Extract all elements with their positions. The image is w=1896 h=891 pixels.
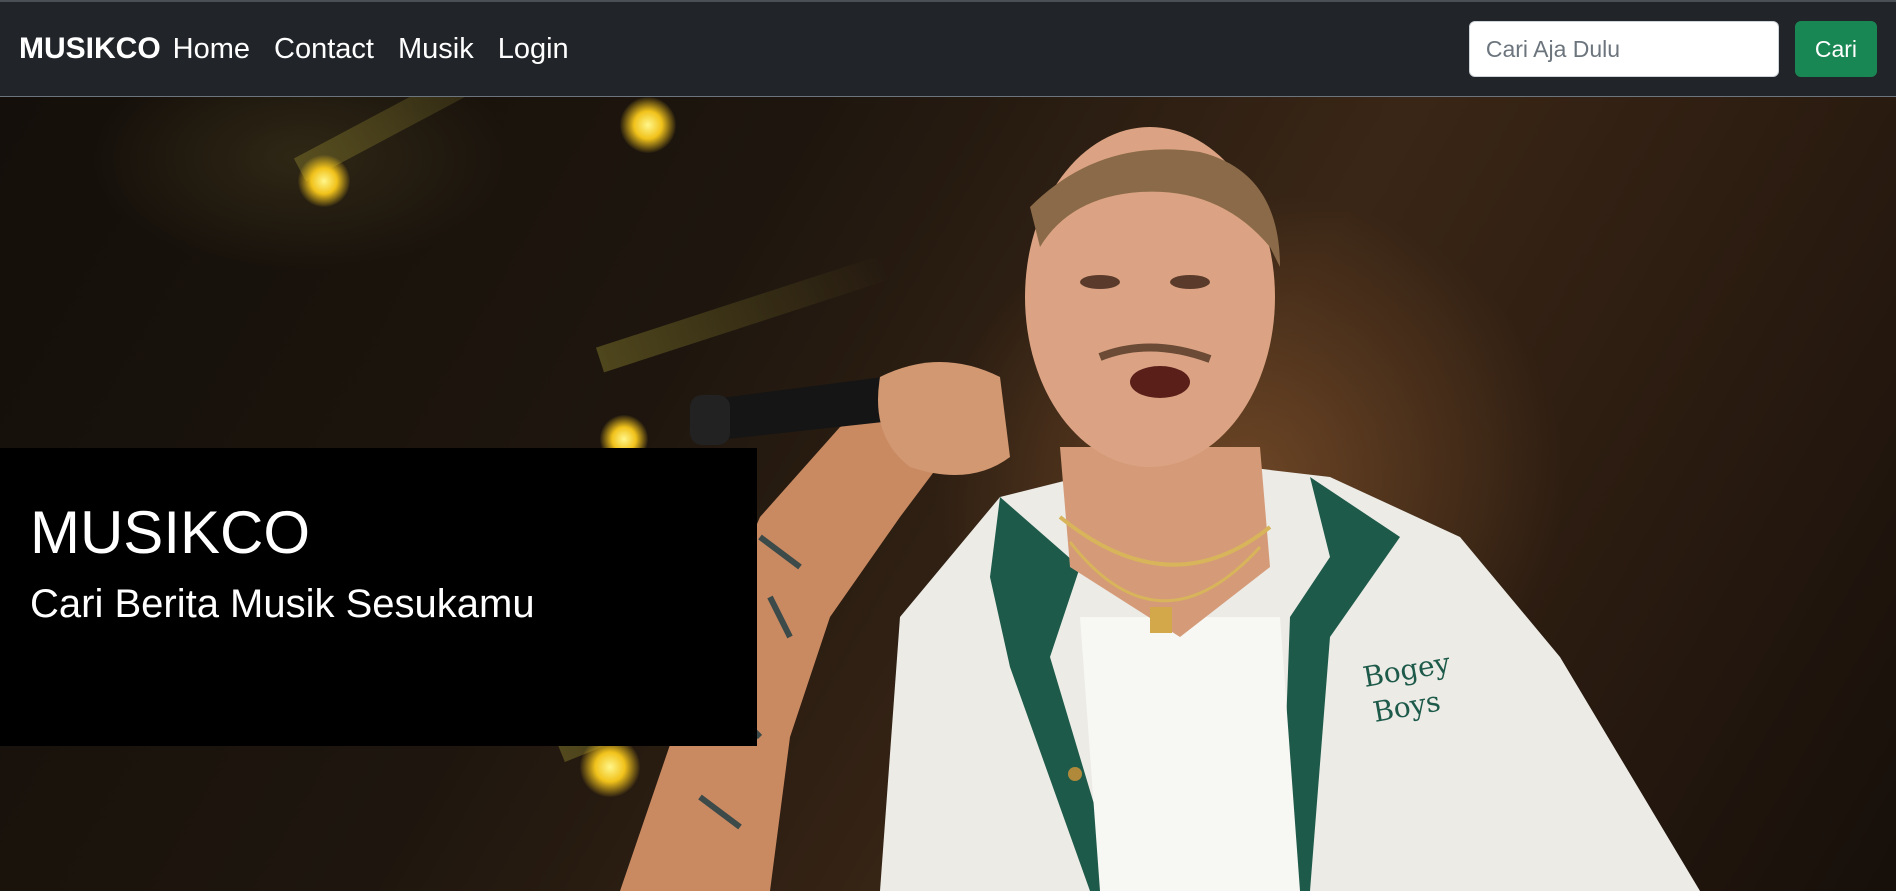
nav-link-musik[interactable]: Musik [398,33,474,66]
search-form: Cari [1468,21,1877,77]
brand-logo[interactable]: MUSIKCO [19,32,161,66]
nav-link-home[interactable]: Home [173,33,250,66]
caption-title: MUSIKCO [30,499,311,566]
navbar: MUSIKCO Home Contact Musik Login Cari [0,0,1896,97]
search-input[interactable] [1468,21,1779,77]
search-button[interactable]: Cari [1794,21,1877,77]
nav-link-login[interactable]: Login [498,33,569,66]
hero-carousel: Bogey Boys MUSIKCO Cari Berita Musik Ses… [0,97,1896,891]
stage-light [298,155,350,207]
carousel-caption: MUSIKCO Cari Berita Musik Sesukamu [0,448,757,746]
nav-link-contact[interactable]: Contact [274,33,374,66]
nav-links: Home Contact Musik Login [173,33,593,66]
caption-subtitle: Cari Berita Musik Sesukamu [30,582,535,626]
concert-singer-photo: Bogey Boys [620,127,1700,891]
